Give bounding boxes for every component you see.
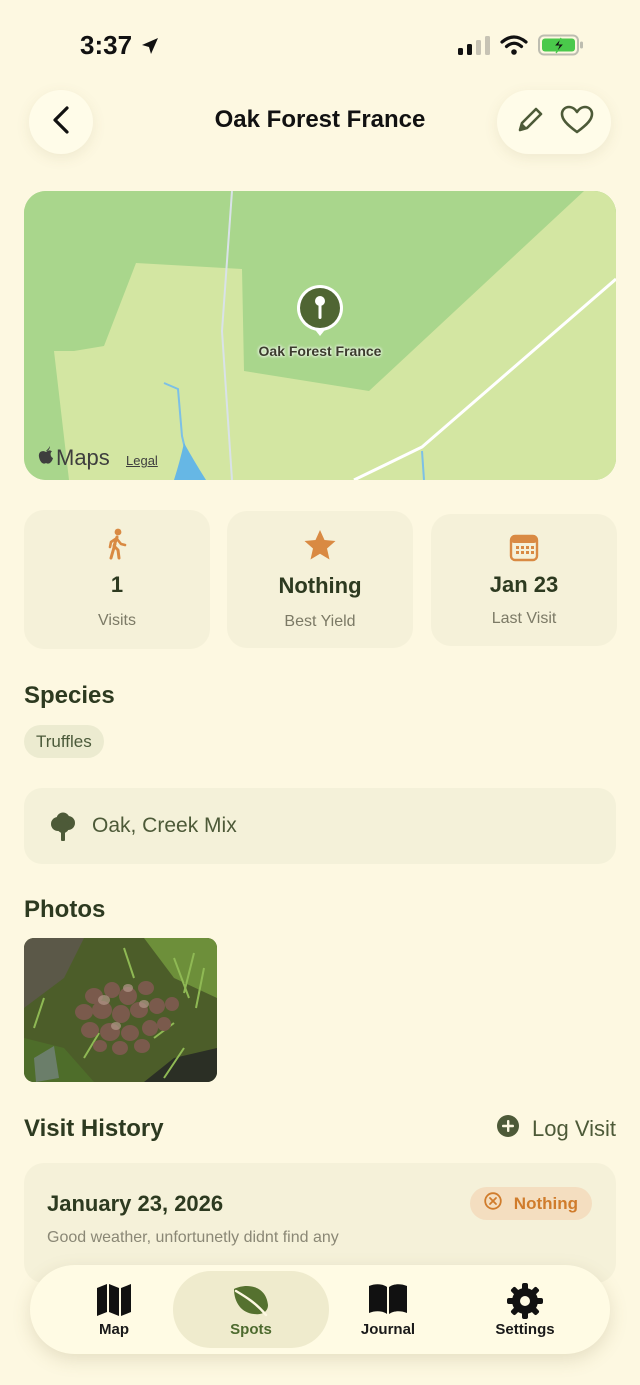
tab-settings-label: Settings xyxy=(495,1321,555,1338)
best-yield-label: Best Yield xyxy=(284,613,356,630)
habitat-card: Oak, Creek Mix xyxy=(24,788,616,864)
tree-icon xyxy=(48,812,78,847)
photos-title: Photos xyxy=(24,896,106,923)
tab-map-label: Map xyxy=(99,1321,129,1338)
wifi-icon xyxy=(500,35,528,60)
last-visit-value: Jan 23 xyxy=(489,572,559,597)
walking-icon xyxy=(24,528,210,560)
battery-charging-icon xyxy=(538,34,584,61)
visit-history-title: Visit History xyxy=(24,1115,164,1142)
status-bar: 3:37 xyxy=(0,0,640,90)
visit-date: January 23, 2026 xyxy=(47,1191,224,1216)
map-pin-icon[interactable] xyxy=(296,284,344,343)
status-time: 3:37 xyxy=(80,30,133,60)
tab-bar: Map Spots Journal Settings xyxy=(30,1265,610,1354)
map-icon xyxy=(36,1283,192,1317)
tab-spots[interactable]: Spots xyxy=(173,1271,329,1348)
maps-logo: Maps xyxy=(38,445,110,471)
map-pin-label: Oak Forest France xyxy=(258,343,382,359)
book-icon xyxy=(310,1283,466,1315)
visit-result-badge: Nothing xyxy=(469,1187,592,1220)
gear-icon xyxy=(447,1283,603,1319)
truffle-photo[interactable] xyxy=(24,938,217,1082)
tab-journal-label: Journal xyxy=(360,1321,416,1338)
visit-result-label: Nothing xyxy=(513,1193,578,1213)
apple-logo-icon xyxy=(38,445,54,471)
star-icon xyxy=(227,529,413,561)
calendar-icon xyxy=(431,532,617,562)
maps-legal-link[interactable]: Legal xyxy=(126,453,158,468)
plus-circle-icon xyxy=(496,1114,520,1144)
location-map[interactable]: Oak Forest France Maps Legal xyxy=(24,191,616,480)
cellular-signal-icon xyxy=(458,35,490,60)
heart-icon[interactable] xyxy=(560,105,594,140)
status-icons xyxy=(458,34,584,61)
tab-map[interactable]: Map xyxy=(36,1271,192,1348)
visits-value: 1 xyxy=(110,572,124,597)
visit-note: Good weather, unfortunetly didnt find an… xyxy=(47,1229,339,1246)
species-title: Species xyxy=(24,682,115,709)
tab-spots-label: Spots xyxy=(230,1321,272,1338)
x-circle-icon xyxy=(484,1192,502,1215)
log-visit-button[interactable]: Log Visit xyxy=(496,1114,616,1144)
best-yield-value: Nothing xyxy=(278,573,362,598)
leaf-icon xyxy=(173,1283,329,1317)
species-chip: Truffles xyxy=(24,725,104,758)
tab-settings[interactable]: Settings xyxy=(447,1271,603,1348)
log-visit-label: Log Visit xyxy=(532,1116,616,1141)
edit-pencil-icon[interactable] xyxy=(515,105,545,140)
maps-brand-text: Maps xyxy=(56,445,110,470)
location-arrow-icon xyxy=(140,36,160,61)
best-yield-stat-card: Nothing Best Yield xyxy=(227,511,413,648)
visits-stat-card: 1 Visits xyxy=(24,510,210,649)
tab-journal[interactable]: Journal xyxy=(310,1271,466,1348)
visits-label: Visits xyxy=(98,612,136,629)
header-actions xyxy=(497,90,611,154)
habitat-text: Oak, Creek Mix xyxy=(92,814,237,837)
last-visit-stat-card: Jan 23 Last Visit xyxy=(431,514,617,646)
last-visit-label: Last Visit xyxy=(491,610,557,627)
